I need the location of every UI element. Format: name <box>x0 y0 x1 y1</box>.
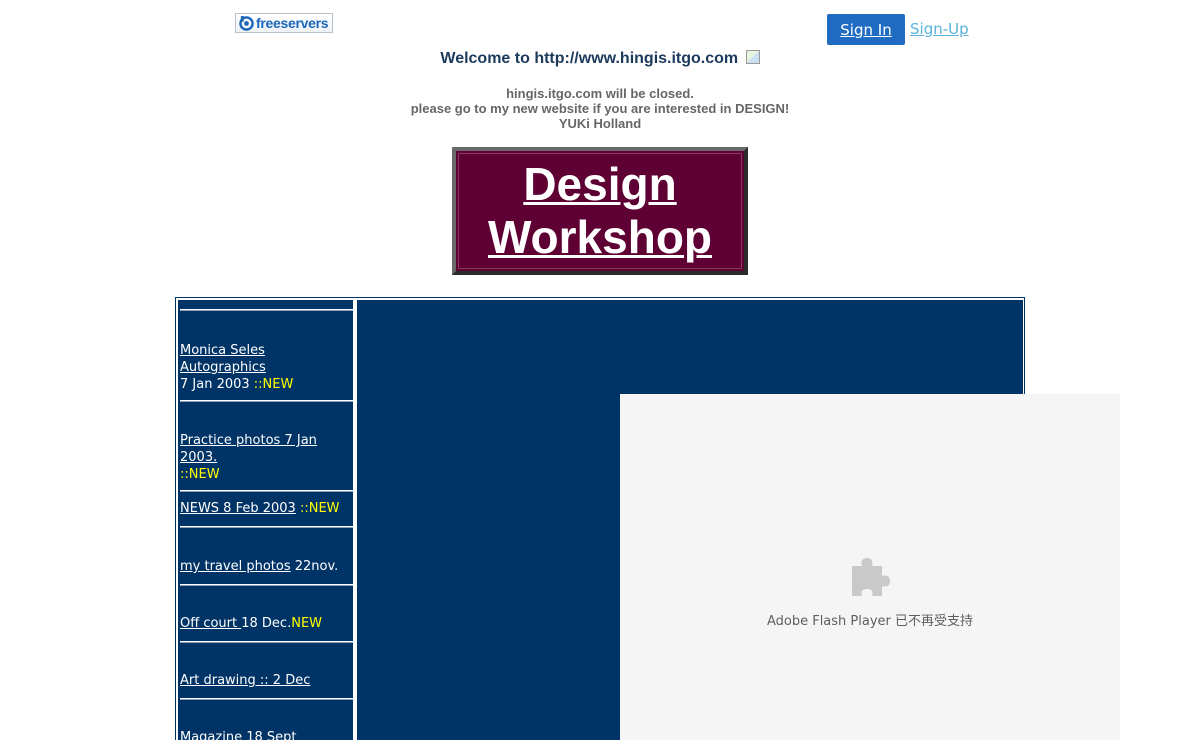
freeservers-logo-icon <box>239 15 254 31</box>
plugin-puzzle-icon <box>852 558 890 596</box>
new-badge: ::NEW <box>180 467 220 482</box>
banner-line-1: Design <box>523 158 677 210</box>
main-table: Monica Seles Autographics 7 Jan 2003 ::N… <box>175 297 1120 740</box>
sidebar-item-practice-photos: Practice photos 7 Jan 2003. ::NEW <box>180 432 352 483</box>
sidebar-link-magazine[interactable]: Magazine 18 Sept <box>180 730 296 740</box>
sidebar-link-off-court[interactable]: Off court <box>180 616 241 631</box>
welcome-text: Welcome to http://www.hingis.itgo.com <box>440 50 739 67</box>
logo-text: freeservers <box>256 15 329 31</box>
closing-notice: hingis.itgo.com will be closed. please g… <box>0 86 1200 131</box>
sidebar-item-date: 7 Jan 2003 <box>180 377 254 392</box>
design-workshop-banner-link[interactable]: Design Workshop <box>452 147 748 275</box>
new-badge: ::NEW <box>299 501 340 516</box>
sidebar-item-date: 22nov. <box>290 559 339 574</box>
notice-line-3: YUKi Holland <box>558 116 642 131</box>
flash-placeholder[interactable]: Adobe Flash Player 已不再受支持 <box>620 394 1120 740</box>
sign-up-link[interactable]: Sign-Up <box>910 20 969 38</box>
page: freeservers Sign In Sign-Up Welcome to h… <box>0 0 1200 740</box>
sidebar: Monica Seles Autographics 7 Jan 2003 ::N… <box>177 299 354 740</box>
sidebar-link-practice-photos[interactable]: Practice photos 7 Jan 2003. <box>180 433 317 465</box>
sidebar-link-art-drawing[interactable]: Art drawing :: 2 Dec <box>180 673 310 688</box>
new-badge: ::NEW <box>253 377 294 392</box>
sidebar-item-date: 18 Dec. <box>241 616 292 631</box>
notice-line-2: please go to my new website if you are i… <box>410 101 790 116</box>
sidebar-item-news: NEWS 8 Feb 2003 ::NEW <box>180 500 352 517</box>
freeservers-logo[interactable]: freeservers <box>235 13 333 33</box>
sidebar-item-art-drawing: Art drawing :: 2 Dec <box>180 672 352 689</box>
flash-unsupported-message: Adobe Flash Player 已不再受支持 <box>766 614 974 629</box>
sidebar-link-travel-photos[interactable]: my travel photos <box>180 559 291 574</box>
notice-line-1: hingis.itgo.com will be closed. <box>506 86 694 101</box>
sign-in-button[interactable]: Sign In <box>827 14 905 45</box>
sidebar-item-off-court: Off court 18 Dec.NEW <box>180 615 352 632</box>
sidebar-link-news[interactable]: NEWS 8 Feb 2003 <box>180 501 296 516</box>
banner-line-2: Workshop <box>487 211 713 263</box>
welcome-heading: Welcome to http://www.hingis.itgo.com <box>0 50 1200 68</box>
sidebar-item-magazine: Magazine 18 Sept <box>180 729 352 740</box>
broken-image-icon <box>745 50 760 64</box>
new-badge: NEW <box>291 616 323 631</box>
sidebar-link-monica-seles[interactable]: Monica Seles Autographics <box>180 343 266 375</box>
sidebar-item-travel-photos: my travel photos 22nov. <box>180 558 352 575</box>
content-area: Adobe Flash Player 已不再受支持 <box>356 299 1120 740</box>
sidebar-item-monica-seles: Monica Seles Autographics 7 Jan 2003 ::N… <box>180 342 352 393</box>
